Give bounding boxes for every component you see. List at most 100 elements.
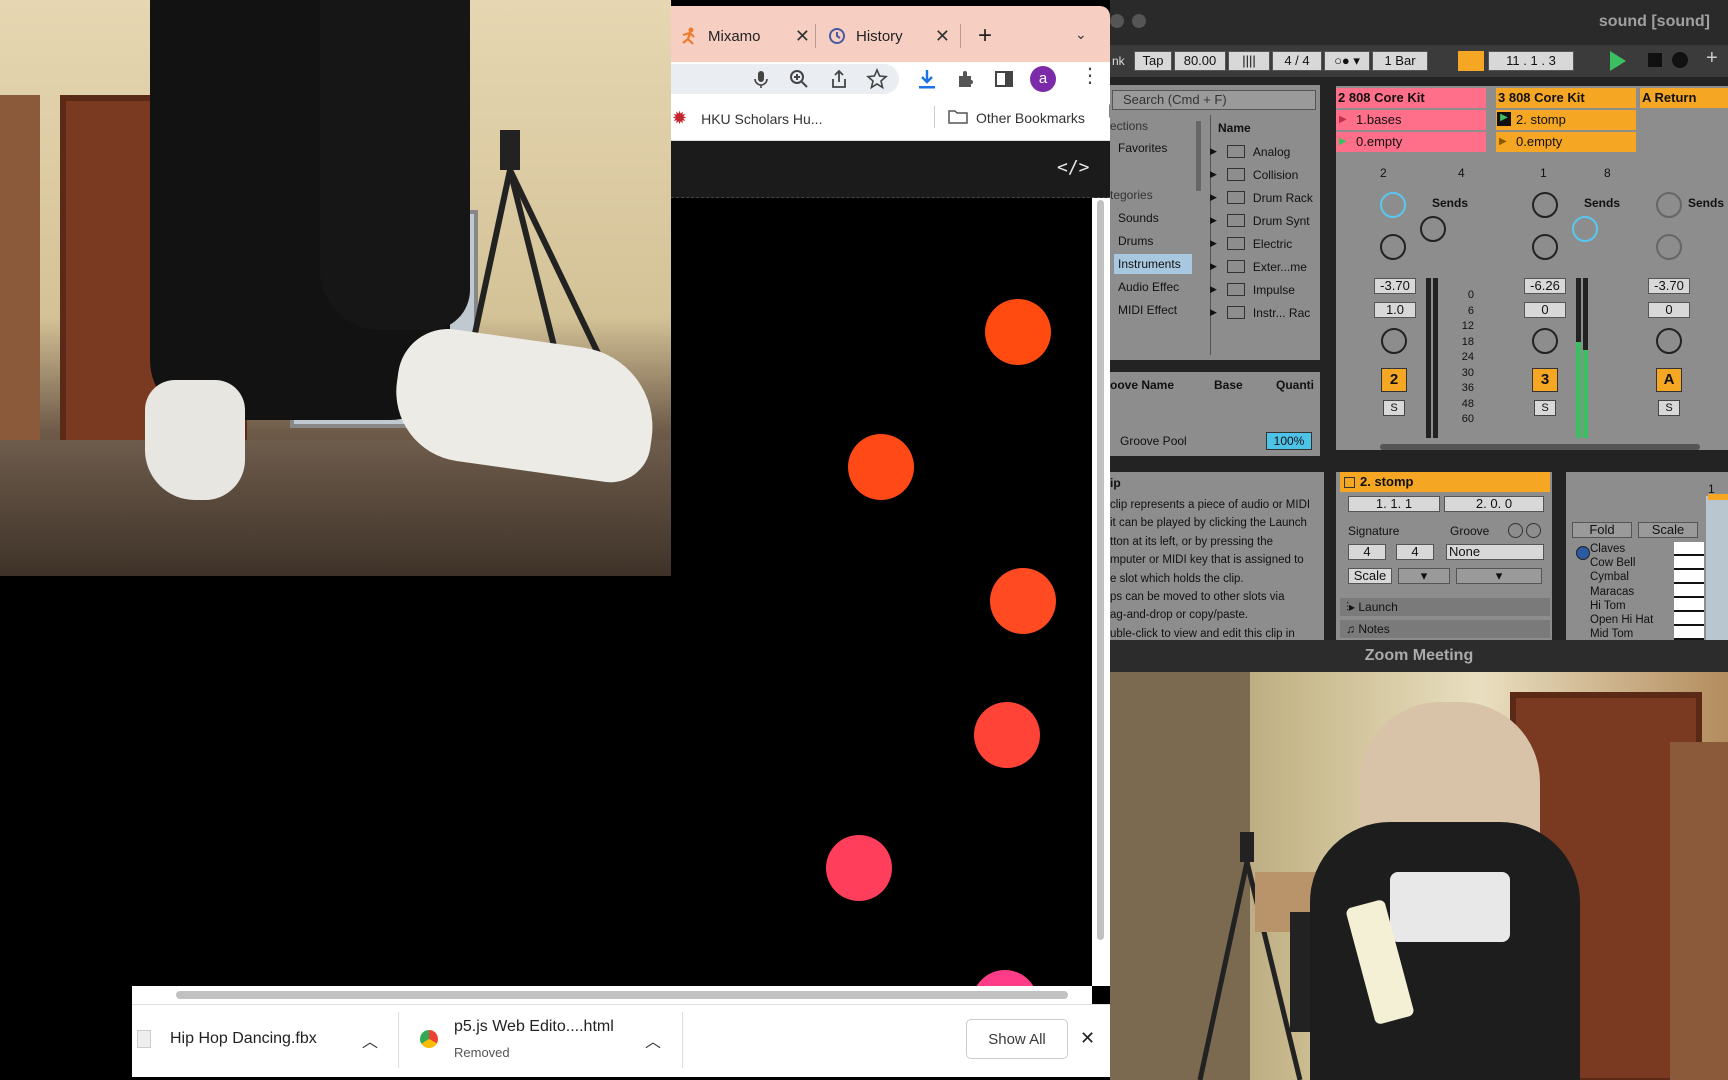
category-item-selected[interactable]: Instruments — [1114, 254, 1192, 274]
session-scrollbar[interactable] — [1380, 444, 1700, 450]
bookmark-other[interactable]: Other Bookmarks — [948, 108, 1085, 127]
signature-denominator[interactable]: 4 — [1396, 544, 1434, 560]
scale-toggle[interactable]: Scale — [1348, 568, 1392, 584]
download-item-name[interactable]: Hip Hop Dancing.fbx — [170, 1030, 317, 1048]
volume-field[interactable]: -3.70 — [1374, 278, 1416, 294]
browser-scrollbar[interactable] — [1196, 121, 1201, 191]
signature-numerator[interactable]: 4 — [1348, 544, 1386, 560]
stop-icon[interactable] — [1648, 53, 1662, 67]
send-a-knob[interactable] — [1656, 192, 1682, 218]
tab-search-chevron-icon[interactable]: ⌄ — [1075, 26, 1087, 43]
note-block[interactable] — [1708, 494, 1728, 500]
clip-launch-icon[interactable]: ▶ — [1339, 136, 1347, 147]
microphone-icon[interactable] — [750, 68, 772, 90]
side-panel-icon[interactable] — [993, 68, 1015, 90]
clip-launch-icon[interactable]: ▶ — [1339, 114, 1347, 125]
clip-slot[interactable]: 0.empty — [1336, 132, 1486, 152]
groove-pool-amount[interactable]: 100% — [1266, 432, 1312, 450]
track-header[interactable]: 2 808 Core Kit — [1336, 88, 1486, 108]
close-icon[interactable]: ✕ — [1080, 1028, 1095, 1049]
browser-search-input[interactable]: Search (Cmd + F) — [1112, 90, 1316, 110]
clip-launch-icon[interactable]: ▶ — [1499, 136, 1507, 147]
preview-icon[interactable] — [1576, 546, 1590, 560]
pan-field[interactable]: 0 — [1648, 302, 1690, 318]
drum-item[interactable]: Open Hi Hat — [1590, 613, 1653, 627]
tap-button[interactable]: Tap — [1134, 51, 1172, 71]
category-item[interactable]: Audio Effec — [1118, 280, 1179, 294]
quantize-select[interactable]: 1 Bar — [1372, 51, 1428, 71]
arrangement-position[interactable]: 11 . 1 . 3 — [1488, 51, 1574, 71]
drum-item[interactable]: Hi Tom — [1590, 599, 1653, 613]
extensions-icon[interactable] — [955, 68, 977, 90]
browser-item[interactable]: ▶ Collision — [1210, 163, 1317, 186]
play-icon[interactable] — [1610, 51, 1626, 71]
menu-kebab-icon[interactable]: ⋮ — [1080, 66, 1100, 86]
clip-activator-icon[interactable] — [1344, 477, 1355, 488]
collection-item[interactable]: Favorites — [1118, 141, 1167, 155]
vertical-scroll-thumb[interactable] — [1097, 200, 1104, 940]
track-activator-button[interactable]: 2 — [1381, 368, 1407, 392]
groove-hot-swap-icon[interactable] — [1508, 523, 1523, 538]
pan-field[interactable]: 1.0 — [1374, 302, 1416, 318]
browser-item[interactable]: ▶ Instr... Rac — [1210, 301, 1317, 324]
follow-icon[interactable] — [1458, 51, 1484, 71]
notes-section[interactable]: ♫ Notes — [1340, 620, 1550, 638]
show-all-button[interactable]: Show All — [966, 1019, 1068, 1059]
category-item[interactable]: Sounds — [1118, 211, 1159, 225]
track-header[interactable]: A Return — [1640, 88, 1728, 108]
category-item[interactable]: MIDI Effect — [1118, 303, 1177, 317]
clip-slot[interactable]: 2. stomp — [1496, 110, 1636, 130]
category-item[interactable]: Drums — [1118, 234, 1153, 248]
browser-item[interactable]: ▶ Impulse — [1210, 278, 1317, 301]
clip-end-field[interactable]: 2. 0. 0 — [1444, 496, 1544, 512]
solo-button[interactable]: S — [1383, 400, 1405, 416]
groove-select[interactable]: None — [1446, 544, 1544, 560]
metronome-icon[interactable]: ○● ▾ — [1324, 51, 1370, 71]
download-icon[interactable] — [916, 68, 938, 90]
tempo-field[interactable]: 80.00 — [1174, 51, 1226, 71]
pan-field[interactable]: 0 — [1524, 302, 1566, 318]
piano-keys[interactable] — [1674, 542, 1704, 640]
scale-root-select[interactable]: ▾ — [1398, 568, 1450, 584]
browser-item[interactable]: ▶ Drum Rack — [1210, 186, 1317, 209]
track-header[interactable]: 3 808 Core Kit — [1496, 88, 1636, 108]
drum-item[interactable]: Claves — [1590, 542, 1653, 556]
clip-slot[interactable]: 0.empty — [1496, 132, 1636, 152]
share-icon[interactable] — [828, 68, 850, 90]
fold-button[interactable]: Fold — [1572, 522, 1632, 538]
browser-item[interactable]: ▶ Analog — [1210, 140, 1317, 163]
add-icon[interactable]: + — [1706, 47, 1718, 70]
send-c-knob[interactable] — [1656, 234, 1682, 260]
volume-field[interactable]: -3.70 — [1648, 278, 1690, 294]
drum-item[interactable]: Maracas — [1590, 585, 1653, 599]
new-tab-icon[interactable]: + — [978, 22, 992, 50]
send-a-knob[interactable] — [1532, 192, 1558, 218]
signature-field[interactable]: 4 / 4 — [1272, 51, 1322, 71]
close-tab-icon[interactable]: ✕ — [795, 26, 810, 47]
drum-item[interactable]: Cymbal — [1590, 570, 1653, 584]
chevron-up-icon[interactable]: ︿ — [645, 1028, 661, 1052]
send-c-knob[interactable] — [1380, 234, 1406, 260]
note-grid[interactable] — [1706, 496, 1728, 640]
pan-knob[interactable] — [1656, 328, 1682, 354]
zoom-icon[interactable] — [788, 68, 810, 90]
drum-item[interactable]: Cow Bell — [1590, 556, 1653, 570]
tab-history[interactable]: History ✕ — [828, 20, 950, 52]
pan-knob[interactable] — [1381, 328, 1407, 354]
send-c-knob[interactable] — [1532, 234, 1558, 260]
address-bar[interactable] — [671, 64, 899, 94]
clip-playing-icon[interactable]: ▶ — [1497, 112, 1511, 126]
metronome-bars-icon[interactable]: |||| — [1228, 51, 1270, 71]
profile-avatar[interactable]: a — [1030, 66, 1056, 92]
horizontal-scroll-thumb[interactable] — [176, 991, 1068, 999]
clip-slot[interactable]: 1.bases — [1336, 110, 1486, 130]
track-activator-button[interactable]: 3 — [1532, 368, 1558, 392]
tab-mixamo[interactable]: Mixamo ✕ — [680, 20, 810, 52]
send-b-knob[interactable] — [1572, 216, 1598, 242]
solo-button[interactable]: S — [1534, 400, 1556, 416]
bookmark-hku[interactable]: ✹ HKU Scholars Hu... — [672, 108, 822, 129]
close-tab-icon[interactable]: ✕ — [935, 26, 950, 47]
browser-item[interactable]: ▶ Drum Synt — [1210, 209, 1317, 232]
browser-item[interactable]: ▶ Electric — [1210, 232, 1317, 255]
volume-field[interactable]: -6.26 — [1524, 278, 1566, 294]
